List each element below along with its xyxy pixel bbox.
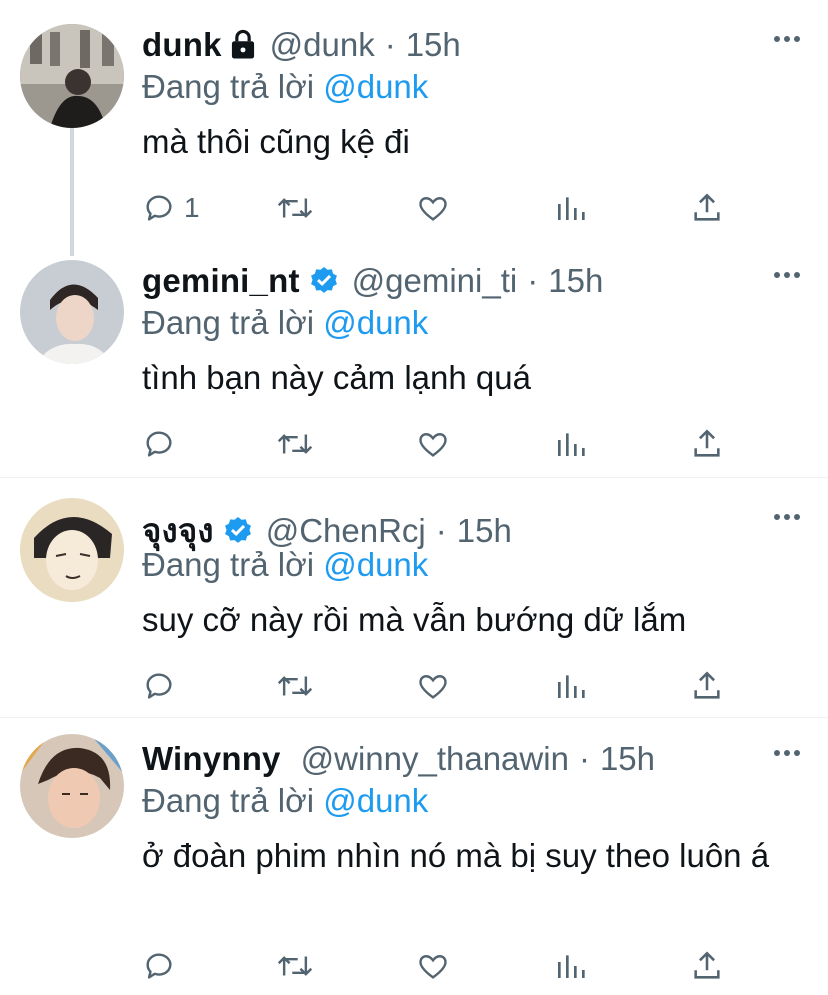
reply-icon bbox=[146, 195, 172, 221]
more-icon[interactable] bbox=[774, 748, 800, 758]
mention-link[interactable]: @dunk bbox=[323, 782, 428, 819]
like-icon bbox=[419, 197, 447, 221]
verified-badge-icon bbox=[310, 267, 337, 293]
analytics-icon bbox=[558, 955, 585, 978]
timestamp[interactable]: 15h bbox=[406, 26, 461, 64]
like-button[interactable] bbox=[416, 946, 450, 986]
display-name[interactable]: Winynny bbox=[142, 740, 281, 778]
timestamp[interactable]: 15h bbox=[600, 740, 655, 778]
share-icon bbox=[694, 193, 720, 221]
user-handle[interactable]: @gemini_ti bbox=[352, 262, 518, 300]
analytics-icon bbox=[558, 675, 585, 698]
more-icon[interactable] bbox=[774, 34, 800, 44]
separator-dot: · bbox=[578, 740, 590, 777]
avatar[interactable] bbox=[20, 24, 124, 128]
replying-to: Đang trả lời @dunk bbox=[142, 546, 428, 584]
tweet-text: ở đoàn phim nhìn nó mà bị suy theo luôn … bbox=[142, 837, 770, 874]
retweet-button[interactable] bbox=[276, 424, 314, 464]
avatar[interactable] bbox=[20, 734, 124, 838]
analytics-button[interactable] bbox=[554, 946, 586, 986]
analytics-icon bbox=[558, 433, 585, 456]
retweet-icon bbox=[277, 198, 313, 218]
reply-button[interactable]: 1 bbox=[142, 188, 200, 228]
mention-link[interactable]: @dunk bbox=[323, 68, 428, 105]
reply-count: 1 bbox=[184, 192, 200, 223]
retweet-icon bbox=[277, 434, 313, 454]
replying-to-label: Đang trả lời bbox=[142, 546, 315, 583]
like-icon bbox=[419, 675, 447, 699]
like-button[interactable] bbox=[416, 188, 450, 228]
share-button[interactable] bbox=[690, 188, 724, 228]
reply-button[interactable] bbox=[142, 424, 184, 464]
user-handle[interactable]: @dunk bbox=[270, 26, 375, 64]
like-button[interactable] bbox=[416, 424, 450, 464]
tweet-text: suy cỡ này rồi mà vẫn bướng dữ lắm bbox=[142, 601, 687, 638]
tweet[interactable]: dunk @dunk · 15h Đang trả lời @dunk mà t… bbox=[0, 20, 828, 240]
user-handle[interactable]: @winny_thanawin bbox=[301, 740, 569, 778]
mention-link[interactable]: @dunk bbox=[323, 546, 428, 583]
retweet-button[interactable] bbox=[276, 666, 314, 706]
tweet[interactable]: gemini_nt @gemini_ti · 15h Đang trả lời … bbox=[0, 256, 828, 476]
replying-to: Đang trả lời @dunk bbox=[142, 304, 428, 342]
like-button[interactable] bbox=[416, 666, 450, 706]
replying-to: Đang trả lời @dunk bbox=[142, 782, 428, 820]
like-icon bbox=[419, 433, 447, 457]
analytics-button[interactable] bbox=[554, 666, 586, 706]
display-name[interactable]: dunk bbox=[142, 26, 222, 64]
divider bbox=[0, 477, 828, 478]
reply-button[interactable] bbox=[142, 946, 184, 986]
analytics-button[interactable] bbox=[554, 188, 586, 228]
reply-icon bbox=[146, 673, 172, 699]
reply-button[interactable] bbox=[142, 666, 184, 706]
share-icon bbox=[694, 671, 720, 699]
timestamp[interactable]: 15h bbox=[548, 262, 603, 300]
retweet-icon bbox=[277, 676, 313, 696]
tweet[interactable]: Winynny @winny_thanawin · 15h Đang trả l… bbox=[0, 734, 828, 995]
lock-icon bbox=[231, 29, 254, 59]
reply-icon bbox=[146, 953, 172, 979]
share-button[interactable] bbox=[690, 666, 724, 706]
replying-to: Đang trả lời @dunk bbox=[142, 68, 428, 106]
avatar[interactable] bbox=[20, 498, 124, 602]
share-button[interactable] bbox=[690, 946, 724, 986]
replying-to-label: Đang trả lời bbox=[142, 68, 315, 105]
retweet-button[interactable] bbox=[276, 946, 314, 986]
separator-dot: · bbox=[527, 262, 539, 299]
tweet-text: mà thôi cũng kệ đi bbox=[142, 123, 410, 160]
tweet-text: tình bạn này cảm lạnh quá bbox=[142, 359, 531, 396]
timestamp[interactable]: 15h bbox=[457, 512, 512, 550]
verified-badge-icon bbox=[224, 516, 251, 543]
tweet[interactable]: จุงจุง @ChenRcj · 15h Đang trả lời @dunk… bbox=[0, 498, 828, 708]
like-icon bbox=[419, 955, 447, 979]
replying-to-label: Đang trả lời bbox=[142, 782, 315, 819]
retweet-icon bbox=[277, 956, 313, 976]
avatar[interactable] bbox=[20, 260, 124, 364]
more-icon[interactable] bbox=[774, 512, 800, 522]
reply-icon bbox=[146, 431, 172, 457]
share-icon bbox=[694, 429, 720, 457]
user-handle[interactable]: @ChenRcj bbox=[266, 512, 426, 550]
mention-link[interactable]: @dunk bbox=[323, 304, 428, 341]
separator-dot: · bbox=[435, 511, 447, 549]
replying-to-label: Đang trả lời bbox=[142, 304, 315, 341]
analytics-icon bbox=[558, 197, 585, 220]
share-button[interactable] bbox=[690, 424, 724, 464]
share-icon bbox=[694, 951, 720, 979]
separator-dot: · bbox=[384, 26, 396, 63]
display-name[interactable]: gemini_nt bbox=[142, 262, 300, 300]
more-icon[interactable] bbox=[774, 270, 800, 280]
retweet-button[interactable] bbox=[276, 188, 314, 228]
divider bbox=[0, 717, 828, 718]
analytics-button[interactable] bbox=[554, 424, 586, 464]
